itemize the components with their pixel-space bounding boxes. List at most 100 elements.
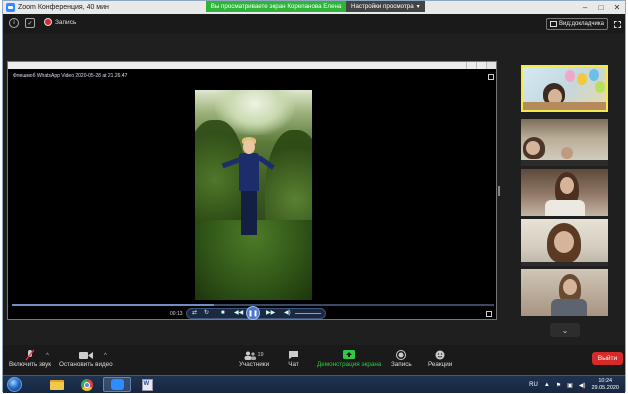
windows-taskbar: RU ▲ ⚑ ▣ ◀) 10:24 29.05.2020: [3, 375, 625, 393]
shared-close-icon: [486, 62, 496, 69]
meeting-controls-bar: Включить звук ^ Остановить видео ^ 19 Уч…: [3, 345, 625, 375]
participants-count: 19: [257, 352, 264, 358]
volume-icon: ◀): [284, 310, 291, 316]
participant-face: [554, 231, 574, 253]
chat-button[interactable]: Чат: [288, 349, 299, 368]
meeting-top-row: i ✓ Запись Вид:докладчика: [3, 14, 625, 34]
audio-options-caret[interactable]: ^: [46, 353, 49, 359]
system-tray: RU ▲ ⚑ ▣ ◀) 10:24 29.05.2020: [529, 378, 619, 392]
reactions-label: Реакции: [428, 361, 453, 368]
view-mode-button[interactable]: Вид:докладчика: [546, 18, 608, 30]
video-options-caret[interactable]: ^: [104, 353, 107, 359]
video-title: Флешмоб WhatsApp Video 2020-05-28 at 21.…: [13, 73, 128, 79]
start-orb-icon[interactable]: [7, 377, 22, 392]
participant-face: [560, 177, 574, 194]
stop-video-label: Остановить видео: [59, 361, 113, 368]
leave-button[interactable]: Выйти: [592, 352, 623, 365]
microphone-muted-icon: [25, 349, 35, 361]
chevron-down-icon: ▾: [416, 3, 420, 10]
participants-label: Участники: [239, 361, 270, 368]
participant-tile[interactable]: [521, 65, 608, 112]
reactions-icon: [435, 349, 445, 361]
chrome-icon: [81, 378, 93, 391]
camera-icon: [78, 349, 93, 361]
maximize-button[interactable]: □: [593, 1, 609, 14]
record-button[interactable]: Запись: [391, 349, 412, 368]
share-banner: Вы просматриваете экран Корепанова Елена…: [206, 1, 425, 12]
current-time: 00:13: [170, 311, 183, 317]
grid-view-icon: [550, 21, 557, 27]
volume-slider: [295, 313, 321, 314]
chat-label: Чат: [288, 361, 299, 368]
view-options-label: Настройки просмотра: [351, 3, 414, 10]
share-screen-icon: [343, 349, 356, 361]
video-progress-fill: [12, 304, 215, 306]
view-options-dropdown[interactable]: Настройки просмотра ▾: [346, 1, 425, 12]
shared-window-title-bar: [8, 62, 496, 69]
participant-tile[interactable]: [521, 169, 608, 216]
participant-tile[interactable]: [521, 119, 608, 166]
switch-view-icon: [486, 311, 492, 317]
shared-minimize-icon: [466, 62, 476, 69]
zoom-window: Zoom Конференция, 40 мин – □ ✕ Вы просма…: [2, 0, 626, 393]
clock-time: 10:24: [598, 378, 613, 384]
tray-arrow-icon[interactable]: ▲: [544, 382, 550, 388]
pause-icon: ❚❚: [246, 306, 260, 320]
window-title: Zoom Конференция, 40 мин: [18, 4, 109, 11]
taskbar-chrome[interactable]: [73, 377, 101, 392]
close-button[interactable]: ✕: [609, 1, 625, 14]
split-handle[interactable]: [498, 186, 500, 196]
shared-maximize-icon: [476, 62, 486, 69]
record-icon: [396, 349, 407, 361]
zoom-app-icon: [6, 3, 15, 12]
balloon-image: [565, 70, 575, 82]
unmute-button[interactable]: Включить звук: [9, 349, 51, 368]
participant-tile[interactable]: [521, 219, 608, 266]
reactions-button[interactable]: Реакции: [428, 349, 452, 368]
participants-icon: 19: [244, 349, 264, 361]
taskbar-word[interactable]: [133, 377, 161, 392]
expand-icon: [488, 74, 494, 80]
fullscreen-icon[interactable]: [614, 21, 621, 28]
folder-icon: [50, 379, 64, 390]
window-controls: – □ ✕: [577, 1, 625, 14]
shuffle-icon: ⇄: [192, 310, 198, 316]
next-icon: ▶▶: [266, 310, 276, 316]
flag-icon[interactable]: ⚑: [556, 382, 561, 389]
info-icon[interactable]: i: [9, 18, 19, 28]
minimize-button[interactable]: –: [577, 1, 593, 14]
media-controls: 00:13 ⇄ ↻ ■ ◀◀ ❚❚ ▶▶ ◀): [8, 306, 496, 320]
clock-date: 29.05.2020: [591, 385, 619, 391]
participant-face: [563, 279, 577, 295]
video-frame: [195, 90, 312, 300]
clock[interactable]: 10:24 29.05.2020: [591, 378, 619, 392]
stop-icon: ■: [221, 310, 225, 316]
chevron-down-icon: ⌄: [561, 325, 569, 335]
share-status-text: Вы просматриваете экран Корепанова Елена: [206, 1, 346, 12]
person-figure: [239, 153, 259, 191]
record-dot-icon: [44, 18, 52, 26]
previous-icon: ◀◀: [234, 310, 244, 316]
view-mode-label: Вид:докладчика: [559, 21, 604, 27]
repeat-icon: ↻: [204, 310, 210, 316]
recording-label: Запись: [55, 18, 77, 26]
recording-indicator[interactable]: Запись: [44, 18, 76, 26]
taskbar-zoom[interactable]: [103, 377, 131, 392]
shared-screen: Флешмоб WhatsApp Video 2020-05-28 at 21.…: [7, 61, 497, 320]
chat-icon: [288, 349, 299, 361]
record-label: Запись: [391, 361, 412, 368]
participant-tile[interactable]: [521, 269, 608, 316]
language-indicator[interactable]: RU: [529, 382, 538, 388]
participants-button[interactable]: 19 Участники: [239, 349, 269, 368]
share-screen-label: Демонстрация экрана: [317, 361, 382, 368]
unmute-label: Включить звук: [9, 361, 51, 368]
scroll-participants-button[interactable]: ⌄: [550, 323, 580, 337]
network-icon[interactable]: ▣: [567, 382, 573, 389]
volume-tray-icon[interactable]: ◀): [579, 382, 586, 389]
participant-face: [526, 141, 540, 155]
zoom-taskbar-icon: [110, 379, 124, 390]
word-doc-icon: [141, 378, 153, 391]
share-screen-button[interactable]: Демонстрация экрана: [317, 349, 381, 368]
shield-icon[interactable]: ✓: [25, 18, 35, 28]
taskbar-explorer[interactable]: [43, 377, 71, 392]
